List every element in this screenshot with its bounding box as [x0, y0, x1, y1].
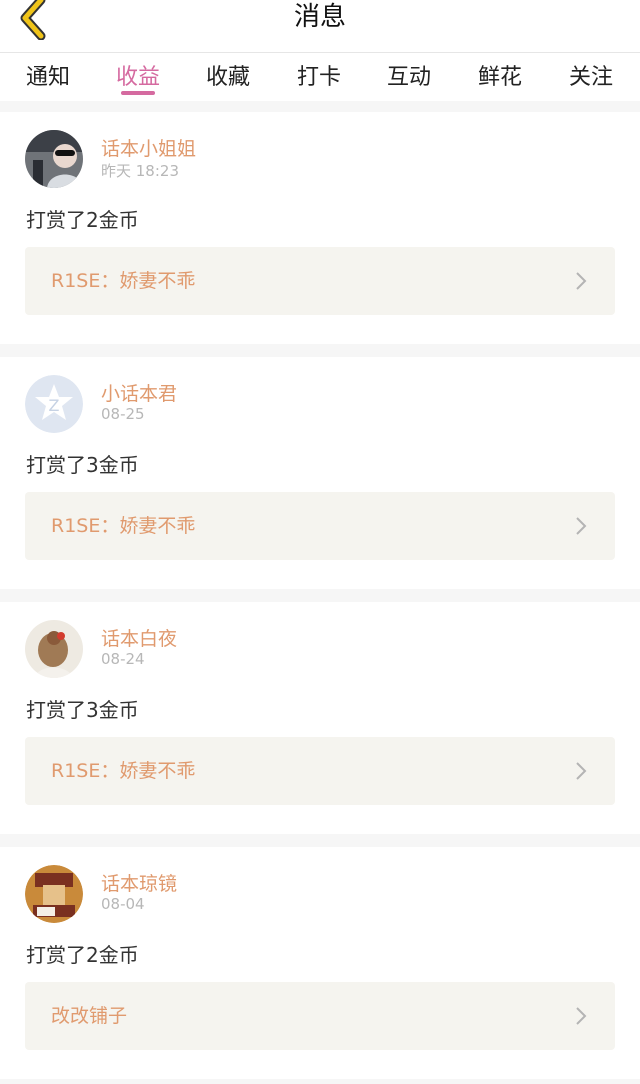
tab-interactions[interactable]: 互动 [364, 59, 454, 99]
avatar[interactable] [25, 865, 83, 923]
work-link[interactable]: 改改铺子 [25, 982, 615, 1050]
timestamp: 昨天 18:23 [101, 162, 179, 180]
tab-label: 打卡 [296, 65, 341, 90]
nav-bar: 消息 [0, 0, 640, 53]
timestamp: 08-25 [101, 405, 145, 423]
avatar[interactable] [25, 130, 83, 188]
chevron-right-icon [576, 762, 587, 780]
list-item: 话本琼镜 08-04 打赏了2金币 改改铺子 [0, 847, 640, 1079]
chevron-right-icon [576, 272, 587, 290]
work-link[interactable]: R1SE：娇妻不乖 [25, 737, 615, 805]
timestamp: 08-04 [101, 895, 145, 913]
avatar[interactable]: Z [25, 375, 83, 433]
tab-bar: 通知 收益 收藏 打卡 互动 鲜花 关注 [0, 53, 640, 101]
svg-text:Z: Z [49, 396, 60, 415]
tab-favorites[interactable]: 收藏 [183, 59, 273, 99]
work-title: R1SE：娇妻不乖 [51, 760, 196, 782]
username[interactable]: 话本琼镜 [101, 869, 177, 896]
username[interactable]: 小话本君 [101, 379, 177, 406]
username[interactable]: 话本白夜 [101, 624, 177, 651]
message-text: 打赏了3金币 [26, 698, 139, 722]
page-title: 消息 [293, 2, 346, 32]
avatar[interactable] [25, 620, 83, 678]
work-title: 改改铺子 [51, 1005, 128, 1027]
tab-follows[interactable]: 关注 [546, 59, 636, 99]
message-text: 打赏了2金币 [26, 943, 139, 967]
message-text: 打赏了3金币 [26, 453, 139, 477]
list-item: 话本白夜 08-24 打赏了3金币 R1SE：娇妻不乖 [0, 602, 640, 834]
tab-earnings[interactable]: 收益 [93, 59, 183, 99]
list-item: Z 小话本君 08-25 打赏了3金币 R1SE：娇妻不乖 [0, 357, 640, 589]
list-item: 话本小姐姐 昨天 18:23 打赏了2金币 R1SE：娇妻不乖 [0, 112, 640, 344]
tab-checkin[interactable]: 打卡 [274, 59, 364, 99]
chevron-right-icon [576, 517, 587, 535]
tab-flowers[interactable]: 鲜花 [455, 59, 545, 99]
active-tab-indicator [121, 91, 155, 95]
chevron-right-icon [576, 1007, 587, 1025]
work-link[interactable]: R1SE：娇妻不乖 [25, 492, 615, 560]
tab-label: 互动 [386, 65, 431, 90]
username[interactable]: 话本小姐姐 [101, 134, 196, 161]
timestamp: 08-24 [101, 650, 145, 668]
tab-label: 收益 [115, 65, 160, 90]
work-title: R1SE：娇妻不乖 [51, 515, 196, 537]
message-text: 打赏了2金币 [26, 208, 139, 232]
work-title: R1SE：娇妻不乖 [51, 270, 196, 292]
tab-label: 通知 [25, 65, 70, 90]
tab-label: 关注 [568, 65, 613, 90]
tab-notifications[interactable]: 通知 [3, 59, 93, 99]
tab-label: 鲜花 [477, 65, 522, 90]
work-link[interactable]: R1SE：娇妻不乖 [25, 247, 615, 315]
tab-label: 收藏 [205, 65, 250, 90]
